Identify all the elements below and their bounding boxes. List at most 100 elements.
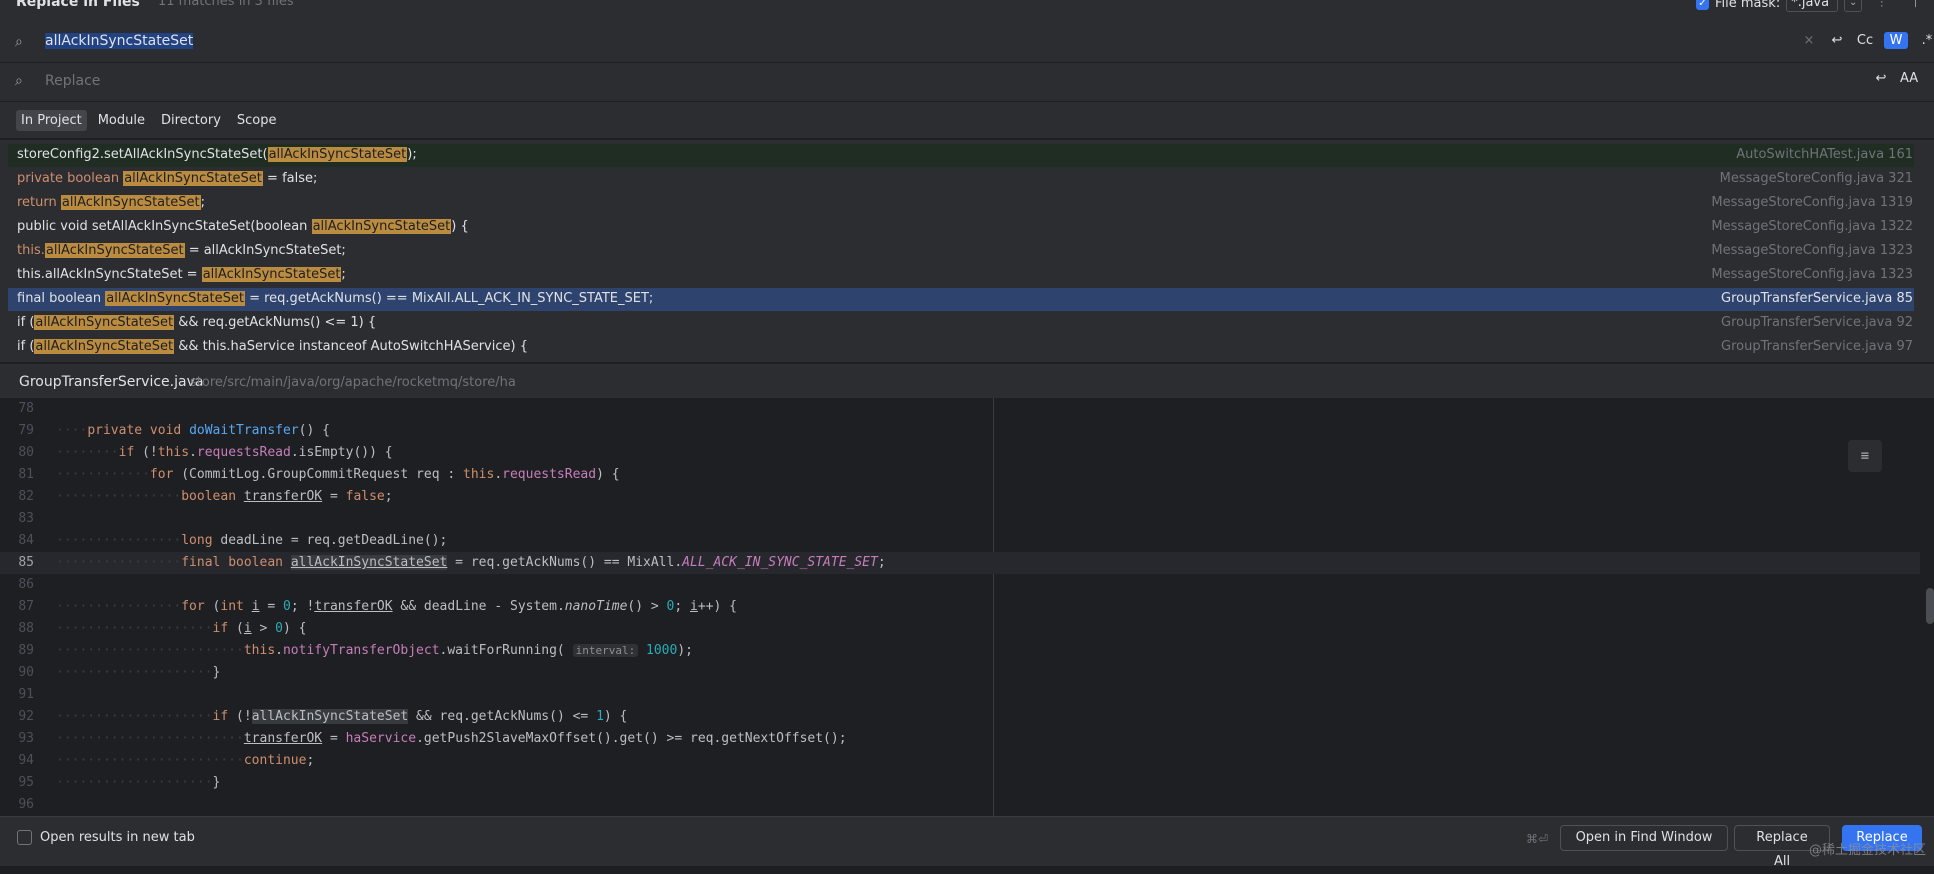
result-code: = req.getAckNums() == MixAll.ALL_ACK_IN_… [244, 291, 654, 306]
pin-icon[interactable]: ⊤ [1910, 0, 1921, 11]
result-code: final boolean [17, 291, 106, 306]
code-line: 82 ················boolean transferOK = f… [0, 486, 1920, 508]
shortcut-hint: ⌘⏎ [1526, 832, 1549, 846]
filter-icon[interactable]: ⫶ [1880, 0, 1883, 11]
regex-toggle[interactable]: .* [1918, 33, 1934, 48]
line-number: 85 [18, 555, 34, 570]
result-code: ; [341, 267, 346, 282]
result-code: this. [17, 243, 45, 258]
preserve-case-toggle[interactable]: AA [1900, 71, 1918, 86]
tab-scope[interactable]: Scope [232, 110, 282, 131]
open-new-tab-option[interactable]: Open results in new tab [17, 830, 195, 845]
chevron-down-icon[interactable]: ⌄ [1844, 0, 1863, 12]
replace-options: ↩ AA [1872, 71, 1919, 86]
parameter-hint: interval: [572, 644, 639, 657]
match-highlight: allAckInSyncStateSet [105, 291, 245, 306]
code-line: 88 ····················if (i > 0) { [0, 618, 1920, 640]
search-input[interactable]: allAckInSyncStateSet [45, 33, 194, 49]
line-number: 88 [18, 621, 34, 636]
code-line: 94 ························continue; [0, 750, 1920, 772]
code-line: 90 ····················} [0, 662, 1920, 684]
open-new-tab-label: Open results in new tab [40, 830, 195, 845]
file-mask-label: File mask: [1715, 0, 1781, 11]
match-highlight: allAckInSyncStateSet [34, 339, 175, 354]
match-highlight: allAckInSyncStateSet [60, 195, 201, 210]
results-list: storeConfig2.setAllAckInSyncStateSet( all… [0, 140, 1934, 362]
line-number: 86 [18, 577, 34, 592]
list-item[interactable]: this.allAckInSyncStateSet = allAckInSync… [8, 264, 1914, 287]
watermark: @稀土掘金技术社区 [1808, 843, 1926, 858]
code-line: 79 ····private void doWaitTransfer() { [0, 420, 1920, 442]
code-line: 95 ····················} [0, 772, 1920, 794]
list-item[interactable]: if (allAckInSyncStateSet && this.haServi… [8, 336, 1914, 359]
match-highlight: allAckInSyncStateSet [123, 171, 263, 186]
list-item[interactable]: return allAckInSyncStateSet; MessageStor… [8, 192, 1914, 215]
line-number: 84 [18, 533, 34, 548]
result-file: AutoSwitchHATest.java 161 [1736, 147, 1913, 162]
result-file: MessageStoreConfig.java 1323 [1711, 243, 1913, 258]
code-line: 87 ················for (int i = 0; !trans… [0, 596, 1920, 618]
match-highlight: allAckInSyncStateSet [34, 315, 175, 330]
line-number: 87 [18, 599, 34, 614]
line-number: 95 [18, 775, 34, 790]
result-code: ) { [451, 219, 469, 234]
file-mask-input[interactable]: *.java [1786, 0, 1839, 12]
line-number: 94 [18, 753, 34, 768]
new-line-icon[interactable]: ↩ [1872, 71, 1890, 86]
line-number: 89 [18, 643, 34, 658]
result-file: GroupTransferService.java 97 [1721, 339, 1913, 354]
result-code: if ( [17, 315, 35, 330]
match-highlight: allAckInSyncStateSet [201, 267, 342, 282]
line-number: 96 [18, 797, 34, 812]
soft-wrap-icon[interactable]: ≡ [1848, 440, 1882, 472]
search-row: ⌕ allAckInSyncStateSet × ↩ Cc W .* [0, 24, 1934, 63]
result-code: = allAckInSyncStateSet; [184, 243, 346, 258]
new-line-icon[interactable]: ↩ [1828, 33, 1846, 48]
result-file: MessageStoreConfig.java 1323 [1711, 267, 1913, 282]
result-code: this.allAckInSyncStateSet = [17, 267, 202, 282]
code-line: 93 ························transferOK = h… [0, 728, 1920, 750]
clear-icon[interactable]: × [1800, 33, 1818, 48]
code-line: 91 [0, 684, 1920, 706]
file-mask: ✓ File mask: *.java ⌄ [1696, 0, 1863, 12]
preview-file-path: store/src/main/java/org/apache/rocketmq/… [190, 375, 516, 390]
result-file: GroupTransferService.java 85 [1721, 291, 1913, 306]
line-number: 79 [18, 423, 34, 438]
replace-search-icon: ⌕ [15, 73, 23, 89]
line-number: 83 [18, 511, 34, 526]
code-line: 78 [0, 398, 1920, 420]
list-item[interactable]: private boolean allAckInSyncStateSet = f… [8, 168, 1914, 191]
code-line: 86 [0, 574, 1920, 596]
code-line: 96 [0, 794, 1920, 816]
line-number: 78 [18, 401, 34, 416]
list-item[interactable]: if (allAckInSyncStateSet && req.getAckNu… [8, 312, 1914, 335]
scrollbar[interactable] [1926, 588, 1934, 624]
code-line: 89 ························this.notifyTra… [0, 640, 1920, 662]
match-count: 11 matches in 3 files [158, 0, 294, 9]
result-file: GroupTransferService.java 92 [1721, 315, 1913, 330]
line-number: 90 [18, 665, 34, 680]
list-item[interactable]: public void setAllAckInSyncStateSet(bool… [8, 216, 1914, 239]
replace-input[interactable]: Replace [45, 73, 100, 89]
list-item[interactable]: this.allAckInSyncStateSet = allAckInSync… [8, 240, 1914, 263]
search-options: × ↩ Cc W .* [1800, 32, 1934, 49]
whole-words-toggle[interactable]: W [1884, 32, 1908, 49]
dialog-footer: Open results in new tab ⌘⏎ Open in Find … [0, 816, 1934, 869]
open-in-find-window-button[interactable]: Open in Find Window [1560, 825, 1728, 851]
tab-module[interactable]: Module [93, 110, 150, 131]
file-mask-checkbox[interactable]: ✓ [1696, 0, 1709, 10]
match-highlight: allAckInSyncStateSet [44, 243, 185, 258]
list-item[interactable]: storeConfig2.setAllAckInSyncStateSet(all… [8, 144, 1914, 167]
result-code: = false; [262, 171, 318, 186]
open-new-tab-checkbox[interactable] [17, 830, 32, 845]
list-item-selected[interactable]: final boolean allAckInSyncStateSet = req… [8, 288, 1914, 311]
result-code: storeConfig2.setAllAckInSyncStateSet( [17, 147, 268, 162]
match-case-toggle[interactable]: Cc [1856, 33, 1874, 48]
result-code: ; [200, 195, 205, 210]
tab-in-project[interactable]: In Project [16, 110, 87, 131]
code-preview[interactable]: 78 79 ····private void doWaitTransfer() {… [0, 398, 1934, 816]
code-line: 92 ····················if (!allAckInSyncS… [0, 706, 1920, 728]
search-icon[interactable]: ⌕ [15, 34, 23, 50]
tab-directory[interactable]: Directory [156, 110, 226, 131]
dialog-title: Replace in Files [16, 0, 140, 10]
